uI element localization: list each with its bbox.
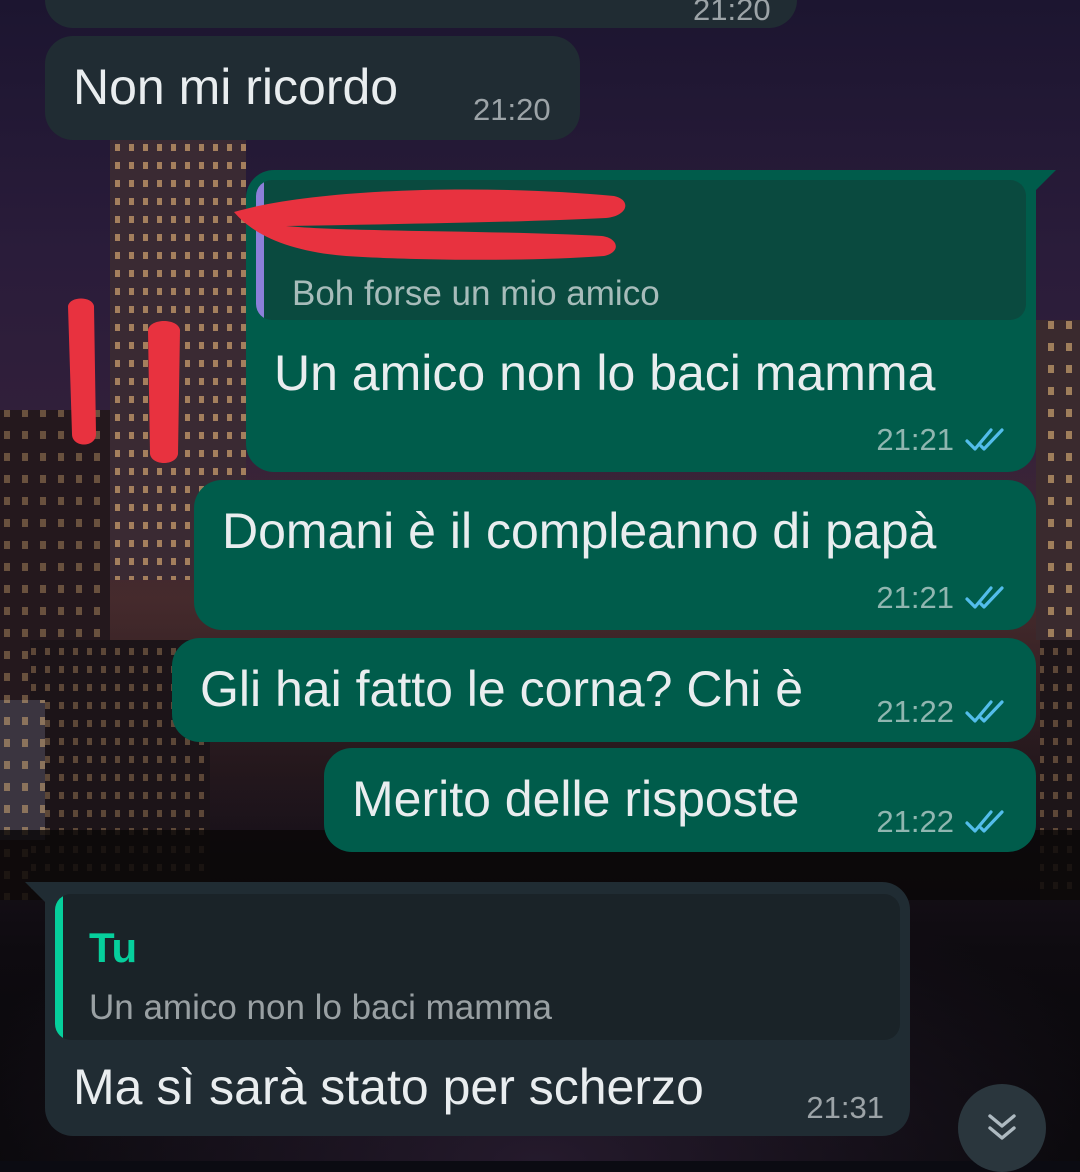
message-time: 21:31: [806, 1090, 884, 1125]
double-check-icon: [965, 700, 1004, 723]
message-bubble-partial[interactable]: 21:20: [45, 0, 797, 28]
redaction-scribble-name: [234, 189, 626, 260]
message-time: 21:20: [693, 0, 771, 27]
bubble-tail: [1034, 170, 1056, 192]
message-time: 21:21: [876, 422, 954, 457]
message-bubble-outgoing[interactable]: Merito delle risposte 21:22: [324, 748, 1036, 852]
bubble-tail: [25, 882, 47, 904]
message-time: 21:22: [876, 694, 954, 729]
message-text: Domani è il compleanno di papà: [222, 503, 937, 559]
double-check-icon: [965, 586, 1004, 609]
redaction-scribble-left: [68, 298, 180, 463]
message-meta: 21:20: [473, 92, 551, 128]
message-meta: 21:21: [876, 422, 1010, 458]
chat-area[interactable]: 21:20 Non mi ricordo 21:20 Boh forse un …: [0, 0, 1080, 1172]
double-chevron-down-icon: [988, 1114, 1016, 1140]
double-check-icon: [965, 810, 1004, 833]
message-text: Ma sì sarà stato per scherzo: [73, 1059, 704, 1115]
quoted-message-text: Boh forse un mio amico: [292, 274, 660, 313]
message-meta: 21:31: [806, 1090, 884, 1126]
message-text: Merito delle risposte: [352, 771, 800, 827]
quoted-message-text: Un amico non lo baci mamma: [89, 988, 552, 1027]
message-bubble-outgoing[interactable]: Gli hai fatto le corna? Chi è 21:22: [172, 638, 1036, 742]
quoted-author: Tu: [89, 924, 138, 971]
scroll-to-bottom-button[interactable]: [958, 1084, 1046, 1172]
message-time: 21:20: [473, 92, 551, 127]
double-check-icon: [965, 428, 1004, 451]
message-text: Un amico non lo baci mamma: [274, 345, 936, 401]
message-bubble-outgoing[interactable]: Domani è il compleanno di papà 21:21: [194, 480, 1036, 630]
quote-accent-bar: [55, 894, 63, 1040]
message-time: 21:22: [876, 804, 954, 839]
message-bubble-incoming-reply[interactable]: Tu Un amico non lo baci mamma Ma sì sarà…: [25, 882, 910, 1136]
message-time: 21:21: [876, 580, 954, 615]
message-meta: 21:21: [876, 580, 1010, 616]
quoted-message[interactable]: Tu Un amico non lo baci mamma: [55, 894, 900, 1040]
message-meta: 21:22: [876, 694, 1010, 730]
message-text: Non mi ricordo: [73, 59, 399, 115]
message-text: Gli hai fatto le corna? Chi è: [200, 661, 804, 717]
message-bubble-incoming[interactable]: Non mi ricordo 21:20: [45, 36, 580, 140]
message-meta: 21:22: [876, 804, 1010, 840]
